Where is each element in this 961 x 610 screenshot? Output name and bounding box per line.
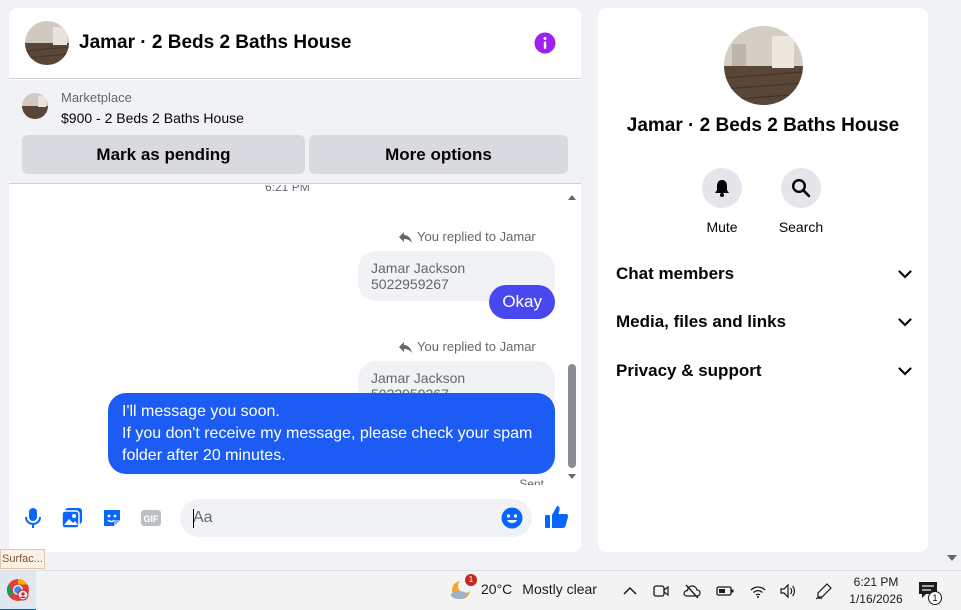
- reply-arrow-icon: [399, 231, 417, 243]
- weather-condition: Mostly clear: [522, 581, 597, 597]
- meet-now-icon[interactable]: [652, 582, 670, 600]
- onedrive-offline-icon[interactable]: [683, 582, 701, 600]
- wifi-icon[interactable]: [749, 582, 767, 600]
- battery-icon[interactable]: [716, 582, 734, 600]
- sticker-icon[interactable]: [101, 507, 123, 529]
- marketplace-label: Marketplace: [61, 90, 132, 105]
- volume-icon[interactable]: [779, 582, 797, 600]
- photo-icon[interactable]: [61, 507, 83, 529]
- message-bubble[interactable]: I'll message you soon. If you don't rece…: [108, 393, 555, 474]
- microphone-icon[interactable]: [22, 507, 44, 529]
- message-scrollbar[interactable]: [566, 194, 578, 484]
- scroll-up-arrow-icon[interactable]: [568, 194, 576, 200]
- notification-count-badge: 1: [928, 591, 942, 605]
- mute-label: Mute: [706, 219, 738, 235]
- message-list: 6:21 PM You replied to Jamar Jamar Jacks…: [9, 185, 581, 485]
- weather-alert-badge: 1: [465, 574, 477, 586]
- message-input[interactable]: [193, 499, 493, 537]
- chat-avatar[interactable]: [25, 21, 69, 65]
- text-caret: [193, 509, 194, 528]
- pen-menu-icon[interactable]: [815, 582, 833, 600]
- info-icon[interactable]: [534, 32, 556, 54]
- thumbs-up-icon[interactable]: [544, 504, 570, 530]
- listing-title[interactable]: $900 - 2 Beds 2 Baths House: [61, 110, 244, 126]
- message-bubble[interactable]: Okay: [489, 285, 555, 319]
- section-chat-members[interactable]: Chat members: [616, 264, 912, 284]
- section-media-files-links[interactable]: Media, files and links: [616, 312, 912, 332]
- message-line: I'll message you soon.: [122, 403, 280, 420]
- reply-note: You replied to Jamar: [399, 229, 536, 244]
- message-timestamp: 6:21 PM: [265, 185, 310, 194]
- section-label: Media, files and links: [616, 312, 787, 331]
- system-clock[interactable]: 6:21 PM 1/16/2026: [846, 574, 906, 608]
- scrollbar-thumb[interactable]: [568, 364, 576, 468]
- emoji-icon[interactable]: [501, 507, 523, 529]
- bell-icon[interactable]: [702, 168, 742, 208]
- reply-arrow-icon: [399, 341, 417, 353]
- chat-header: Jamar · 2 Beds 2 Baths House: [9, 8, 581, 79]
- search-icon[interactable]: [781, 168, 821, 208]
- reply-note-text: You replied to Jamar: [417, 339, 536, 354]
- reply-note-text: You replied to Jamar: [417, 229, 536, 244]
- message-status: Sent: [519, 477, 544, 485]
- chat-details-panel: Jamar · 2 Beds 2 Baths House Mute Search…: [598, 8, 928, 552]
- chat-title[interactable]: Jamar · 2 Beds 2 Baths House: [79, 32, 351, 54]
- taskbar-tooltip: Surfac...: [0, 549, 45, 569]
- listing-thumbnail[interactable]: [22, 93, 48, 119]
- chevron-down-icon: [898, 317, 912, 327]
- chevron-down-icon: [898, 269, 912, 279]
- section-privacy-support[interactable]: Privacy & support: [616, 361, 912, 381]
- profile-avatar[interactable]: [724, 26, 803, 105]
- chevron-down-icon: [898, 366, 912, 376]
- details-title: Jamar · 2 Beds 2 Baths House: [626, 115, 900, 136]
- weather-moon-icon: 1: [449, 574, 477, 601]
- message-line: folder after 20 minutes.: [122, 447, 286, 464]
- marketplace-card: Marketplace $900 - 2 Beds 2 Baths House …: [9, 80, 581, 184]
- gif-icon[interactable]: GIF: [140, 507, 162, 529]
- chrome-taskbar-icon[interactable]: [0, 571, 36, 610]
- page-scroll-down-arrow-icon[interactable]: [947, 555, 957, 561]
- reply-note: You replied to Jamar: [399, 339, 536, 354]
- taskbar: 1 20°C Mostly clear 6:21 PM 1/16/2026 1: [0, 570, 961, 610]
- search-label: Search: [778, 219, 824, 235]
- show-hidden-icons-chevron-up-icon[interactable]: [621, 582, 639, 600]
- more-options-button[interactable]: More options: [309, 135, 568, 174]
- mute-button[interactable]: Mute: [692, 168, 752, 235]
- clock-time: 6:21 PM: [853, 575, 899, 589]
- weather-temperature: 20°C: [481, 581, 513, 597]
- mark-as-pending-button[interactable]: Mark as pending: [22, 135, 305, 174]
- gif-label: GIF: [144, 514, 160, 524]
- message-line: If you don't receive my message, please …: [122, 425, 533, 442]
- clock-date: 1/16/2026: [849, 592, 903, 606]
- message-input-container[interactable]: [180, 499, 532, 537]
- search-button[interactable]: Search: [771, 168, 831, 235]
- weather-widget[interactable]: 1 20°C Mostly clear: [449, 574, 597, 601]
- message-composer: GIF: [9, 496, 581, 540]
- scroll-down-arrow-icon[interactable]: [568, 474, 576, 480]
- section-label: Privacy & support: [616, 361, 762, 380]
- section-label: Chat members: [616, 264, 735, 283]
- chat-panel: Jamar · 2 Beds 2 Baths House Marketplace…: [9, 8, 581, 552]
